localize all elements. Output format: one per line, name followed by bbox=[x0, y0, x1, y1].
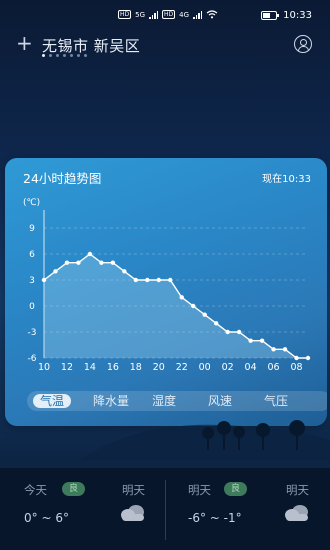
temperature-point bbox=[305, 355, 311, 361]
temperature-point bbox=[179, 295, 184, 300]
x-tick-label: 00 bbox=[199, 362, 211, 373]
temperature-point bbox=[53, 269, 58, 274]
temperature-point bbox=[122, 269, 127, 274]
temperature-point bbox=[110, 260, 116, 265]
tomorrow-temp-range: -6° ~ -1° bbox=[188, 511, 242, 525]
column-divider bbox=[165, 480, 166, 540]
temperature-point bbox=[87, 251, 93, 257]
y-tick-label: -6 bbox=[28, 354, 37, 364]
page-dot bbox=[63, 54, 66, 57]
temperature-point bbox=[133, 277, 139, 283]
cloudy-icon bbox=[285, 505, 308, 521]
cloudy-icon bbox=[121, 505, 144, 521]
sim1-hd-badge: HD bbox=[118, 10, 132, 19]
battery-icon bbox=[261, 11, 280, 20]
x-tick-label: 02 bbox=[222, 362, 234, 373]
y-tick-label: -3 bbox=[28, 328, 37, 338]
temperature-point bbox=[76, 260, 81, 265]
status-right: 10:33 bbox=[261, 10, 312, 21]
page-indicator bbox=[42, 54, 87, 57]
temperature-point bbox=[271, 347, 276, 352]
today-weather-label: 明天 bbox=[122, 483, 145, 497]
x-tick-label: 04 bbox=[245, 362, 257, 373]
y-axis-unit-label: (℃) bbox=[23, 198, 40, 208]
signal-bars-icon bbox=[149, 10, 159, 19]
today-temp-range: 0° ~ 6° bbox=[24, 511, 69, 525]
temperature-point bbox=[145, 277, 150, 283]
x-tick-label: 10 bbox=[38, 362, 50, 373]
x-tick-label: 20 bbox=[153, 362, 165, 373]
temperature-chart: (℃) 9 6 3 0 -3 -610 12 14 16 18 20 22 00 02 04 06 08 bbox=[23, 198, 311, 373]
x-tick-label: 08 bbox=[290, 362, 302, 373]
temperature-point bbox=[191, 303, 196, 309]
x-tick-label: 12 bbox=[61, 362, 73, 373]
page-dot bbox=[84, 54, 87, 57]
signal-indicators: HD 5G HD 4G bbox=[118, 10, 218, 19]
x-tick-label: 18 bbox=[130, 362, 142, 373]
trend-card: 24小时趋势图 现在10:33 (℃) 9 6 3 0 -3 -6 10 12 14 16 18 20 2… bbox=[5, 158, 327, 426]
location-title[interactable]: 无锡市 新吴区 bbox=[42, 35, 140, 56]
tomorrow-label: 明天 bbox=[188, 483, 211, 497]
wifi-icon bbox=[206, 10, 218, 19]
tomorrow-aqi-badge: 良 bbox=[224, 482, 248, 496]
page-dot bbox=[56, 54, 59, 57]
page-dot bbox=[77, 54, 80, 57]
x-tick-label: 06 bbox=[268, 362, 280, 373]
temperature-point bbox=[41, 277, 47, 283]
network-5g-label: 5G bbox=[135, 10, 146, 19]
x-tick-label: 14 bbox=[84, 362, 96, 373]
tomorrow-weather-label: 明天 bbox=[286, 483, 309, 497]
y-tick-label: 0 bbox=[29, 302, 35, 312]
temperature-point bbox=[236, 329, 242, 335]
temperature-point bbox=[294, 355, 299, 361]
temperature-point bbox=[213, 321, 219, 326]
status-time: 10:33 bbox=[283, 10, 312, 21]
page-dot bbox=[70, 54, 73, 57]
temperature-point bbox=[225, 329, 230, 335]
y-tick-label: 6 bbox=[29, 250, 35, 260]
page-dot bbox=[49, 54, 52, 57]
signal-bars-icon-2 bbox=[193, 10, 203, 19]
user-account-icon[interactable] bbox=[294, 35, 312, 53]
temperature-point bbox=[248, 338, 253, 343]
y-tick-label: 3 bbox=[29, 276, 35, 286]
temperature-point bbox=[259, 338, 265, 343]
today-label: 今天 bbox=[24, 483, 47, 497]
temperature-point bbox=[64, 260, 70, 265]
y-tick-label: 9 bbox=[29, 224, 35, 234]
temperature-point bbox=[202, 312, 207, 317]
sim2-hd-badge: HD bbox=[162, 10, 176, 19]
network-4g-label: 4G bbox=[179, 10, 190, 19]
temperature-point bbox=[156, 277, 161, 283]
forecast-summary-panel: 今天 良 明天 0° ~ 6° 明天 良 明天 -6° ~ -1° bbox=[0, 468, 330, 550]
today-aqi-badge: 良 bbox=[62, 482, 86, 496]
tree-silhouette-decoration bbox=[80, 420, 330, 460]
page-dot bbox=[42, 54, 45, 57]
temperature-point bbox=[282, 347, 288, 352]
temperature-point bbox=[99, 260, 104, 265]
add-city-plus-icon[interactable]: + bbox=[16, 32, 33, 54]
temperature-point bbox=[168, 277, 173, 283]
x-tick-label: 16 bbox=[107, 362, 119, 373]
x-tick-label: 22 bbox=[176, 362, 188, 373]
